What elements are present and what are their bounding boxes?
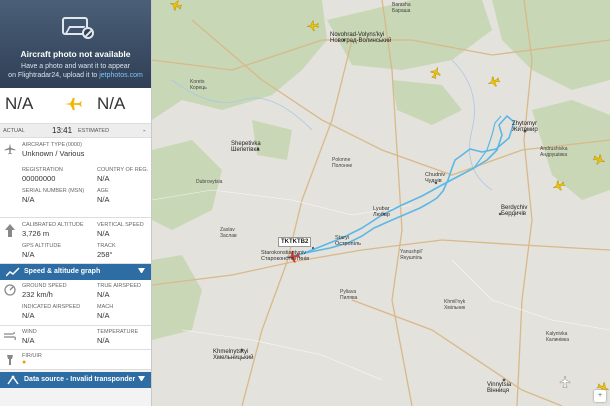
age-value: N/A — [97, 195, 110, 204]
country-label: COUNTRY OF REG. — [97, 167, 149, 173]
transponder-icon — [7, 375, 19, 385]
photo-hint-line2: on Flightradar24, upload it to — [8, 72, 100, 79]
jetphotos-link[interactable]: jetphotos.com — [99, 72, 143, 79]
map-label-shepetivka: Shepetivka Шепетівка — [231, 141, 261, 153]
msn-label: SERIAL NUMBER (MSN) — [22, 188, 85, 194]
map-label-pyliava: Pyliava Пилява — [340, 289, 358, 301]
map-zoom-button[interactable]: + — [594, 390, 606, 402]
indicated-airspeed-label: INDICATED AIRSPEED — [22, 304, 81, 310]
aircraft-section: AIRCRAFT TYPE (0000) Unknown / Various R… — [0, 138, 151, 218]
route-summary: N/A N/A ACTUAL 13:41 ESTIMATED - — [0, 88, 151, 138]
mach-value: N/A — [97, 311, 110, 320]
graph-icon — [6, 267, 20, 277]
indicated-airspeed-value: N/A — [22, 311, 35, 320]
map-label-andrushivka: Andrushivka Андрушівка — [540, 146, 568, 158]
map-label-yanushpil: Yanushpil' Янушпіль — [400, 249, 423, 261]
photo-upload-hint: Have a photo and want it to appear on Fl… — [4, 62, 147, 80]
map-label-staryi-ostropil: Staryi Остропіль — [335, 235, 361, 247]
photo-unavailable-title: Aircraft photo not available — [20, 49, 131, 59]
map-label-lyubar: Lyubar Любар — [373, 206, 390, 218]
aircraft-type-label: AIRCRAFT TYPE — [22, 142, 66, 148]
map-label-polonne: Polonne Полонне — [332, 157, 353, 169]
map-label-zaslav: Zaslav Заслав — [220, 227, 237, 239]
age-label: AGE — [97, 188, 109, 194]
tower-icon — [7, 355, 13, 365]
actual-label: ACTUAL — [3, 128, 25, 134]
vertical-speed-label: VERTICAL SPEED — [97, 222, 144, 228]
weather-section: WIND N/A TEMPERATURE N/A — [0, 326, 151, 350]
map-canvas — [152, 0, 610, 406]
wind-label: WIND — [22, 329, 37, 335]
registration-value: 00000000 — [22, 174, 56, 183]
aircraft-type-value: Unknown / Various — [22, 149, 85, 158]
origin-code[interactable]: N/A — [5, 94, 33, 114]
mach-label: MACH — [97, 304, 114, 310]
map-label-khmelnytskyi: Khmelnytskyi Хмельницький — [213, 349, 254, 361]
fir-lock-icon: ● — [22, 359, 27, 366]
msn-value: N/A — [22, 195, 35, 204]
gps-altitude-label: GPS ALTITUDE — [22, 243, 62, 249]
map-label-khmilnyk: Khmil'nyk Хмільник — [444, 299, 466, 311]
temperature-label: TEMPERATURE — [97, 329, 139, 335]
map-label-korets: Korets Корець — [190, 79, 207, 91]
time-bar: ACTUAL 13:41 ESTIMATED - — [0, 123, 151, 137]
flight-info-panel: Aircraft photo not available Have a phot… — [0, 0, 152, 406]
map-label-chudniv: Chudniv Чуднів — [425, 172, 446, 184]
calibrated-altitude-label: CALIBRATED ALTITUDE — [22, 222, 84, 228]
registration-label: REGISTRATION — [22, 167, 63, 173]
gps-altitude-value: N/A — [22, 250, 35, 259]
speed-altitude-graph-toggle[interactable]: Speed & altitude graph — [0, 264, 151, 280]
data-source-toggle[interactable]: Data source - Invalid transponder — [0, 372, 151, 388]
country-value: N/A — [97, 174, 110, 183]
estimated-label: ESTIMATED — [78, 128, 110, 134]
data-source-label: Data source - Invalid transponder — [24, 376, 136, 383]
photo-hint-line1: Have a photo and want it to appear — [21, 63, 130, 70]
chevron-down-icon — [138, 376, 145, 381]
calibrated-altitude-value: 3,726 m — [22, 229, 50, 238]
temperature-value: N/A — [97, 336, 110, 345]
map-label-starokostiantyniv: Starokonstiantyniv Староконстянтинів — [261, 250, 310, 262]
estimated-value: - — [143, 126, 146, 135]
ground-speed-value: 232 km/h — [22, 290, 53, 299]
fir-section: FIR/UIR ● — [0, 350, 151, 370]
map-label-barasha: Barasha Бараша — [392, 2, 411, 14]
track-label: TRACK — [97, 243, 116, 249]
ground-aircraft-icon[interactable] — [559, 375, 571, 388]
map-label-vinnytsia: Vinnytsia Вінниця — [487, 382, 512, 394]
map-label-zhytomyr: Zhytomyr Житомир — [512, 121, 538, 133]
flight-map[interactable]: Barasha Бараша Novohrad-Volyns'kyi Новогра… — [152, 0, 610, 406]
aircraft-icon[interactable] — [429, 66, 442, 80]
ground-speed-label: GROUND SPEED — [22, 283, 67, 289]
speed-altitude-graph-label: Speed & altitude graph — [24, 268, 101, 275]
vertical-speed-value: N/A — [97, 229, 110, 238]
flight-track — [286, 115, 515, 258]
airplane-icon — [65, 97, 82, 111]
map-label-dubrovytsia: Dubrovytsia — [196, 179, 223, 185]
map-label-kalynivka: Kalynivka Калинівка — [546, 331, 570, 343]
destination-code[interactable]: N/A — [97, 94, 125, 114]
chevron-down-icon — [138, 268, 145, 273]
map-label-berdychiv: Berdychiv Бердичів — [501, 205, 528, 217]
altitude-icon — [5, 224, 15, 237]
aircraft-type-icon — [4, 143, 16, 155]
aircraft-type-code: (0000) — [66, 142, 82, 148]
speedometer-icon — [4, 284, 16, 296]
wind-value: N/A — [22, 336, 35, 345]
actual-time: 13:41 — [52, 126, 73, 135]
wind-icon — [4, 331, 16, 341]
position-section: CALIBRATED ALTITUDE 3,726 m VERTICAL SPE… — [0, 218, 151, 264]
track-value: 258° — [97, 250, 113, 259]
aircraft-icon[interactable] — [487, 75, 501, 88]
aircraft-callsign-tag[interactable]: TKTKTB2 — [278, 237, 312, 247]
speed-section: GROUND SPEED 232 km/h TRUE AIRSPEED N/A … — [0, 280, 151, 326]
true-airspeed-label: TRUE AIRSPEED — [97, 283, 142, 289]
aircraft-photo-placeholder: Aircraft photo not available Have a phot… — [0, 0, 151, 88]
prohibited-icon — [82, 27, 94, 39]
true-airspeed-value: N/A — [97, 290, 110, 299]
map-label-novohrad: Novohrad-Volyns'kyi Новоград-Волинський — [330, 32, 392, 44]
